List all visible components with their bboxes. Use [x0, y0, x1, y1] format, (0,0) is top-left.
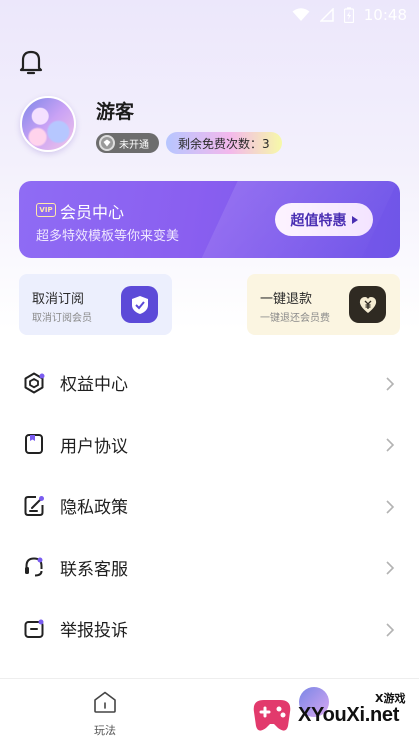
headset-icon [22, 555, 46, 579]
report-icon [22, 617, 46, 641]
cancel-subscription-subtitle: 取消订阅会员 [32, 313, 92, 324]
cancel-subscription-title: 取消订阅 [32, 292, 85, 307]
menu-item-user-agreement[interactable]: 用户协议 [0, 414, 419, 476]
chevron-right-icon [385, 499, 395, 514]
tab-play-label: 玩法 [94, 724, 116, 737]
menu-label-report: 举报投诉 [60, 621, 128, 642]
vip-center-card[interactable]: VIP 会员中心 超多特效模板等你来变美 超值特惠 [19, 181, 400, 258]
free-count-badge: 剩余免费次数：3 [166, 132, 282, 154]
menu-label-user-agreement: 用户协议 [60, 436, 128, 457]
chevron-right-icon [385, 437, 395, 452]
settings-menu: 权益中心 用户协议 隐私政策 联系客服 举报投诉 [0, 352, 419, 660]
status-badge: 未开通 [96, 133, 159, 153]
menu-item-benefits[interactable]: 权益中心 [0, 352, 419, 414]
chevron-right-icon [385, 376, 395, 391]
shield-icon [121, 286, 158, 323]
document-icon [22, 432, 46, 456]
bell-icon[interactable] [18, 48, 44, 76]
menu-item-privacy-policy[interactable]: 隐私政策 [0, 475, 419, 537]
watermark-big-text: XYouXi.net [298, 704, 400, 726]
status-bar: 10:48 [0, 0, 419, 30]
special-offer-label: 超值特惠 [290, 212, 347, 229]
tab-play[interactable]: 玩法 [86, 690, 124, 738]
yen-heart-icon [349, 286, 386, 323]
menu-item-customer-service[interactable]: 联系客服 [0, 537, 419, 599]
vip-subtitle: 超多特效模板等你来变美 [36, 229, 180, 244]
vip-tag: VIP [36, 203, 56, 217]
chevron-right-icon [385, 622, 395, 637]
status-badge-label: 未开通 [119, 139, 149, 151]
home-icon [92, 690, 118, 718]
username: 游客 [96, 101, 135, 123]
battery-icon [343, 7, 354, 23]
menu-label-privacy-policy: 隐私政策 [60, 498, 128, 519]
refund-subtitle: 一键退还会员费 [260, 313, 330, 324]
watermark: X游戏 XYouXi.net [248, 688, 416, 740]
menu-label-customer-service: 联系客服 [60, 559, 128, 580]
refund-title: 一键退款 [260, 292, 313, 307]
wifi-icon [292, 8, 310, 22]
signal-icon [319, 8, 334, 22]
avatar[interactable] [20, 96, 76, 152]
play-arrow-icon [351, 212, 358, 228]
refund-card[interactable]: 一键退款 一键退还会员费 [247, 274, 400, 335]
special-offer-button[interactable]: 超值特惠 [275, 203, 373, 236]
watermark-logo-icon [248, 690, 296, 742]
member-badge-icon [99, 135, 115, 151]
hexagon-icon [22, 371, 46, 395]
menu-item-report[interactable]: 举报投诉 [0, 598, 419, 660]
status-time: 10:48 [363, 6, 407, 24]
vip-title: 会员中心 [60, 203, 125, 222]
chevron-right-icon [385, 560, 395, 575]
cancel-subscription-card[interactable]: 取消订阅 取消订阅会员 [19, 274, 172, 335]
menu-label-benefits: 权益中心 [60, 375, 128, 396]
edit-icon [22, 494, 46, 518]
